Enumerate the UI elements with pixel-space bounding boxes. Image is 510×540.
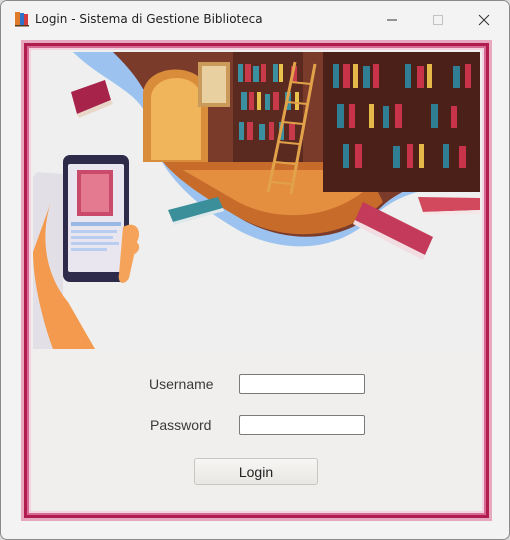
window-title: Login - Sistema di Gestione Biblioteca [35, 12, 263, 26]
close-button[interactable] [461, 1, 507, 39]
username-label: Username [149, 376, 214, 392]
library-app-icon [14, 11, 30, 27]
close-icon [478, 11, 490, 30]
maximize-button[interactable] [415, 1, 461, 39]
hero-illustration [33, 52, 480, 349]
login-window: Login - Sistema di Gestione Biblioteca U… [0, 0, 510, 540]
username-input[interactable] [239, 374, 365, 394]
password-input[interactable] [239, 415, 365, 435]
login-button[interactable]: Login [194, 458, 318, 485]
minimize-button[interactable] [369, 1, 415, 39]
password-label: Password [150, 417, 212, 433]
book-icon [71, 80, 113, 118]
minimize-icon [386, 11, 398, 30]
smartphone-icon [63, 155, 129, 282]
title-bar[interactable]: Login - Sistema di Gestione Biblioteca [1, 1, 509, 39]
library-illustration [33, 52, 480, 349]
login-panel: Username Password Login [24, 43, 489, 518]
maximize-icon [432, 11, 444, 30]
